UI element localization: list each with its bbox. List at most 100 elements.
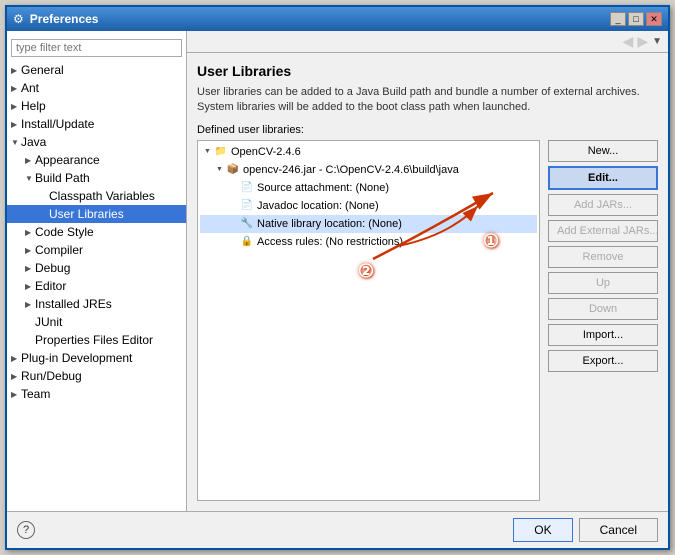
lib-source-icon: 📄 — [240, 181, 254, 195]
expand-icon — [11, 84, 21, 93]
sidebar-item-propertiesfileseditor[interactable]: Properties Files Editor — [7, 331, 186, 349]
back-arrow-icon[interactable]: ◀ — [623, 33, 634, 50]
sidebar-item-appearance[interactable]: Appearance — [7, 151, 186, 169]
dialog-buttons: OK Cancel — [513, 518, 658, 542]
expand-icon — [25, 228, 35, 237]
sidebar-item-editor[interactable]: Editor — [7, 277, 186, 295]
lib-native[interactable]: 🔧 Native library location: (None) — [200, 215, 537, 233]
title-bar: ⚙ Preferences _ □ ✕ — [7, 7, 668, 31]
expand-icon — [11, 354, 21, 363]
sidebar-item-general[interactable]: General — [7, 61, 186, 79]
libraries-area: ▼ 📁 OpenCV-2.4.6 ▼ 📦 opencv-246.jar - C:… — [197, 140, 658, 501]
add-external-jars-button[interactable]: Add External JARs... — [548, 220, 658, 242]
sidebar-item-label: Build Path — [35, 171, 90, 185]
expand-icon — [11, 138, 21, 147]
nav-toolbar: ◀ ▶ ▼ — [187, 31, 668, 53]
sidebar-item-label: General — [21, 63, 64, 77]
expand-icon — [25, 282, 35, 291]
filter-input[interactable] — [11, 39, 182, 57]
preferences-window: ⚙ Preferences _ □ ✕ General Ant Help Instal… — [5, 5, 670, 550]
close-button[interactable]: ✕ — [646, 12, 662, 26]
sidebar-item-label: JUnit — [35, 315, 62, 329]
help-button[interactable]: ? — [17, 521, 35, 539]
lib-access[interactable]: 🔒 Access rules: (No restrictions) — [200, 233, 537, 251]
sidebar-item-codestyle[interactable]: Code Style — [7, 223, 186, 241]
defined-label: Defined user libraries: — [197, 124, 658, 136]
sidebar-item-label: Install/Update — [21, 117, 94, 131]
add-jars-button[interactable]: Add JARs... — [548, 194, 658, 216]
lib-javadoc-icon: 📄 — [240, 199, 254, 213]
sidebar-item-label: Run/Debug — [21, 369, 82, 383]
expand-icon — [25, 264, 35, 273]
sidebar-item-classpathvariables[interactable]: Classpath Variables — [7, 187, 186, 205]
lib-access-icon: 🔒 — [240, 235, 254, 249]
nav-dropdown[interactable]: ▼ — [652, 36, 662, 47]
remove-button[interactable]: Remove — [548, 246, 658, 268]
lib-jar-icon: 📦 — [226, 163, 240, 177]
lib-jar-triangle: ▼ — [216, 166, 226, 173]
expand-icon — [25, 246, 35, 255]
sidebar-item-debug[interactable]: Debug — [7, 259, 186, 277]
sidebar-item-ant[interactable]: Ant — [7, 79, 186, 97]
annotation-circle-2: ② — [358, 261, 374, 282]
sidebar-item-userlibraries[interactable]: User Libraries — [7, 205, 186, 223]
sidebar-item-label: Team — [21, 387, 50, 401]
sidebar-item-installupdate[interactable]: Install/Update — [7, 115, 186, 133]
bottom-bar: ? OK Cancel — [7, 511, 668, 548]
lib-source-label: Source attachment: (None) — [257, 182, 389, 194]
export-button[interactable]: Export... — [548, 350, 658, 372]
sidebar-item-plugindevelopment[interactable]: Plug-in Development — [7, 349, 186, 367]
lib-native-label: Native library location: (None) — [257, 218, 402, 230]
lib-root-icon: 📁 — [214, 145, 228, 159]
window-icon: ⚙ — [13, 12, 24, 26]
import-button[interactable]: Import... — [548, 324, 658, 346]
title-bar-buttons: _ □ ✕ — [610, 12, 662, 26]
sidebar-item-junit[interactable]: JUnit — [7, 313, 186, 331]
lib-javadoc[interactable]: 📄 Javadoc location: (None) — [200, 197, 537, 215]
edit-button[interactable]: Edit... — [548, 166, 658, 190]
lib-root-triangle: ▼ — [204, 148, 214, 155]
action-buttons: New... Edit... Add JARs... Add External … — [548, 140, 658, 501]
sidebar-item-installedjres[interactable]: Installed JREs — [7, 295, 186, 313]
sidebar-item-label: Code Style — [35, 225, 94, 239]
sidebar-item-label: User Libraries — [49, 207, 124, 221]
sidebar-item-compiler[interactable]: Compiler — [7, 241, 186, 259]
lib-jar-label: opencv-246.jar - C:\OpenCV-2.4.6\build\j… — [243, 164, 459, 176]
title-bar-left: ⚙ Preferences — [13, 12, 98, 26]
expand-icon — [11, 120, 21, 129]
sidebar-item-label: Appearance — [35, 153, 100, 167]
ok-button[interactable]: OK — [513, 518, 572, 542]
lib-jar[interactable]: ▼ 📦 opencv-246.jar - C:\OpenCV-2.4.6\bui… — [200, 161, 537, 179]
sidebar: General Ant Help Install/Update Java Appearan… — [7, 31, 187, 511]
sidebar-item-buildpath[interactable]: Build Path — [7, 169, 186, 187]
expand-icon — [11, 372, 21, 381]
sidebar-item-rundebug[interactable]: Run/Debug — [7, 367, 186, 385]
lib-root-label: OpenCV-2.4.6 — [231, 146, 301, 158]
lib-source[interactable]: 📄 Source attachment: (None) — [200, 179, 537, 197]
window-title: Preferences — [30, 12, 99, 26]
up-button[interactable]: Up — [548, 272, 658, 294]
new-button[interactable]: New... — [548, 140, 658, 162]
minimize-button[interactable]: _ — [610, 12, 626, 26]
sidebar-item-label: Debug — [35, 261, 70, 275]
sidebar-item-team[interactable]: Team — [7, 385, 186, 403]
expand-icon — [25, 174, 35, 183]
sidebar-item-java[interactable]: Java — [7, 133, 186, 151]
sidebar-item-label: Compiler — [35, 243, 83, 257]
description: User libraries can be added to a Java Bu… — [197, 85, 658, 116]
sidebar-item-label: Plug-in Development — [21, 351, 132, 365]
expand-icon — [25, 300, 35, 309]
expand-icon — [25, 156, 35, 165]
lib-root[interactable]: ▼ 📁 OpenCV-2.4.6 — [200, 143, 537, 161]
forward-arrow-icon[interactable]: ▶ — [637, 33, 648, 50]
sidebar-tree: General Ant Help Install/Update Java Appearan… — [7, 61, 186, 403]
libraries-tree: ▼ 📁 OpenCV-2.4.6 ▼ 📦 opencv-246.jar - C:… — [197, 140, 540, 501]
sidebar-item-label: Java — [21, 135, 46, 149]
content-area: General Ant Help Install/Update Java Appearan… — [7, 31, 668, 511]
cancel-button[interactable]: Cancel — [579, 518, 658, 542]
maximize-button[interactable]: □ — [628, 12, 644, 26]
sidebar-item-label: Installed JREs — [35, 297, 112, 311]
sidebar-item-label: Ant — [21, 81, 39, 95]
down-button[interactable]: Down — [548, 298, 658, 320]
sidebar-item-help[interactable]: Help — [7, 97, 186, 115]
